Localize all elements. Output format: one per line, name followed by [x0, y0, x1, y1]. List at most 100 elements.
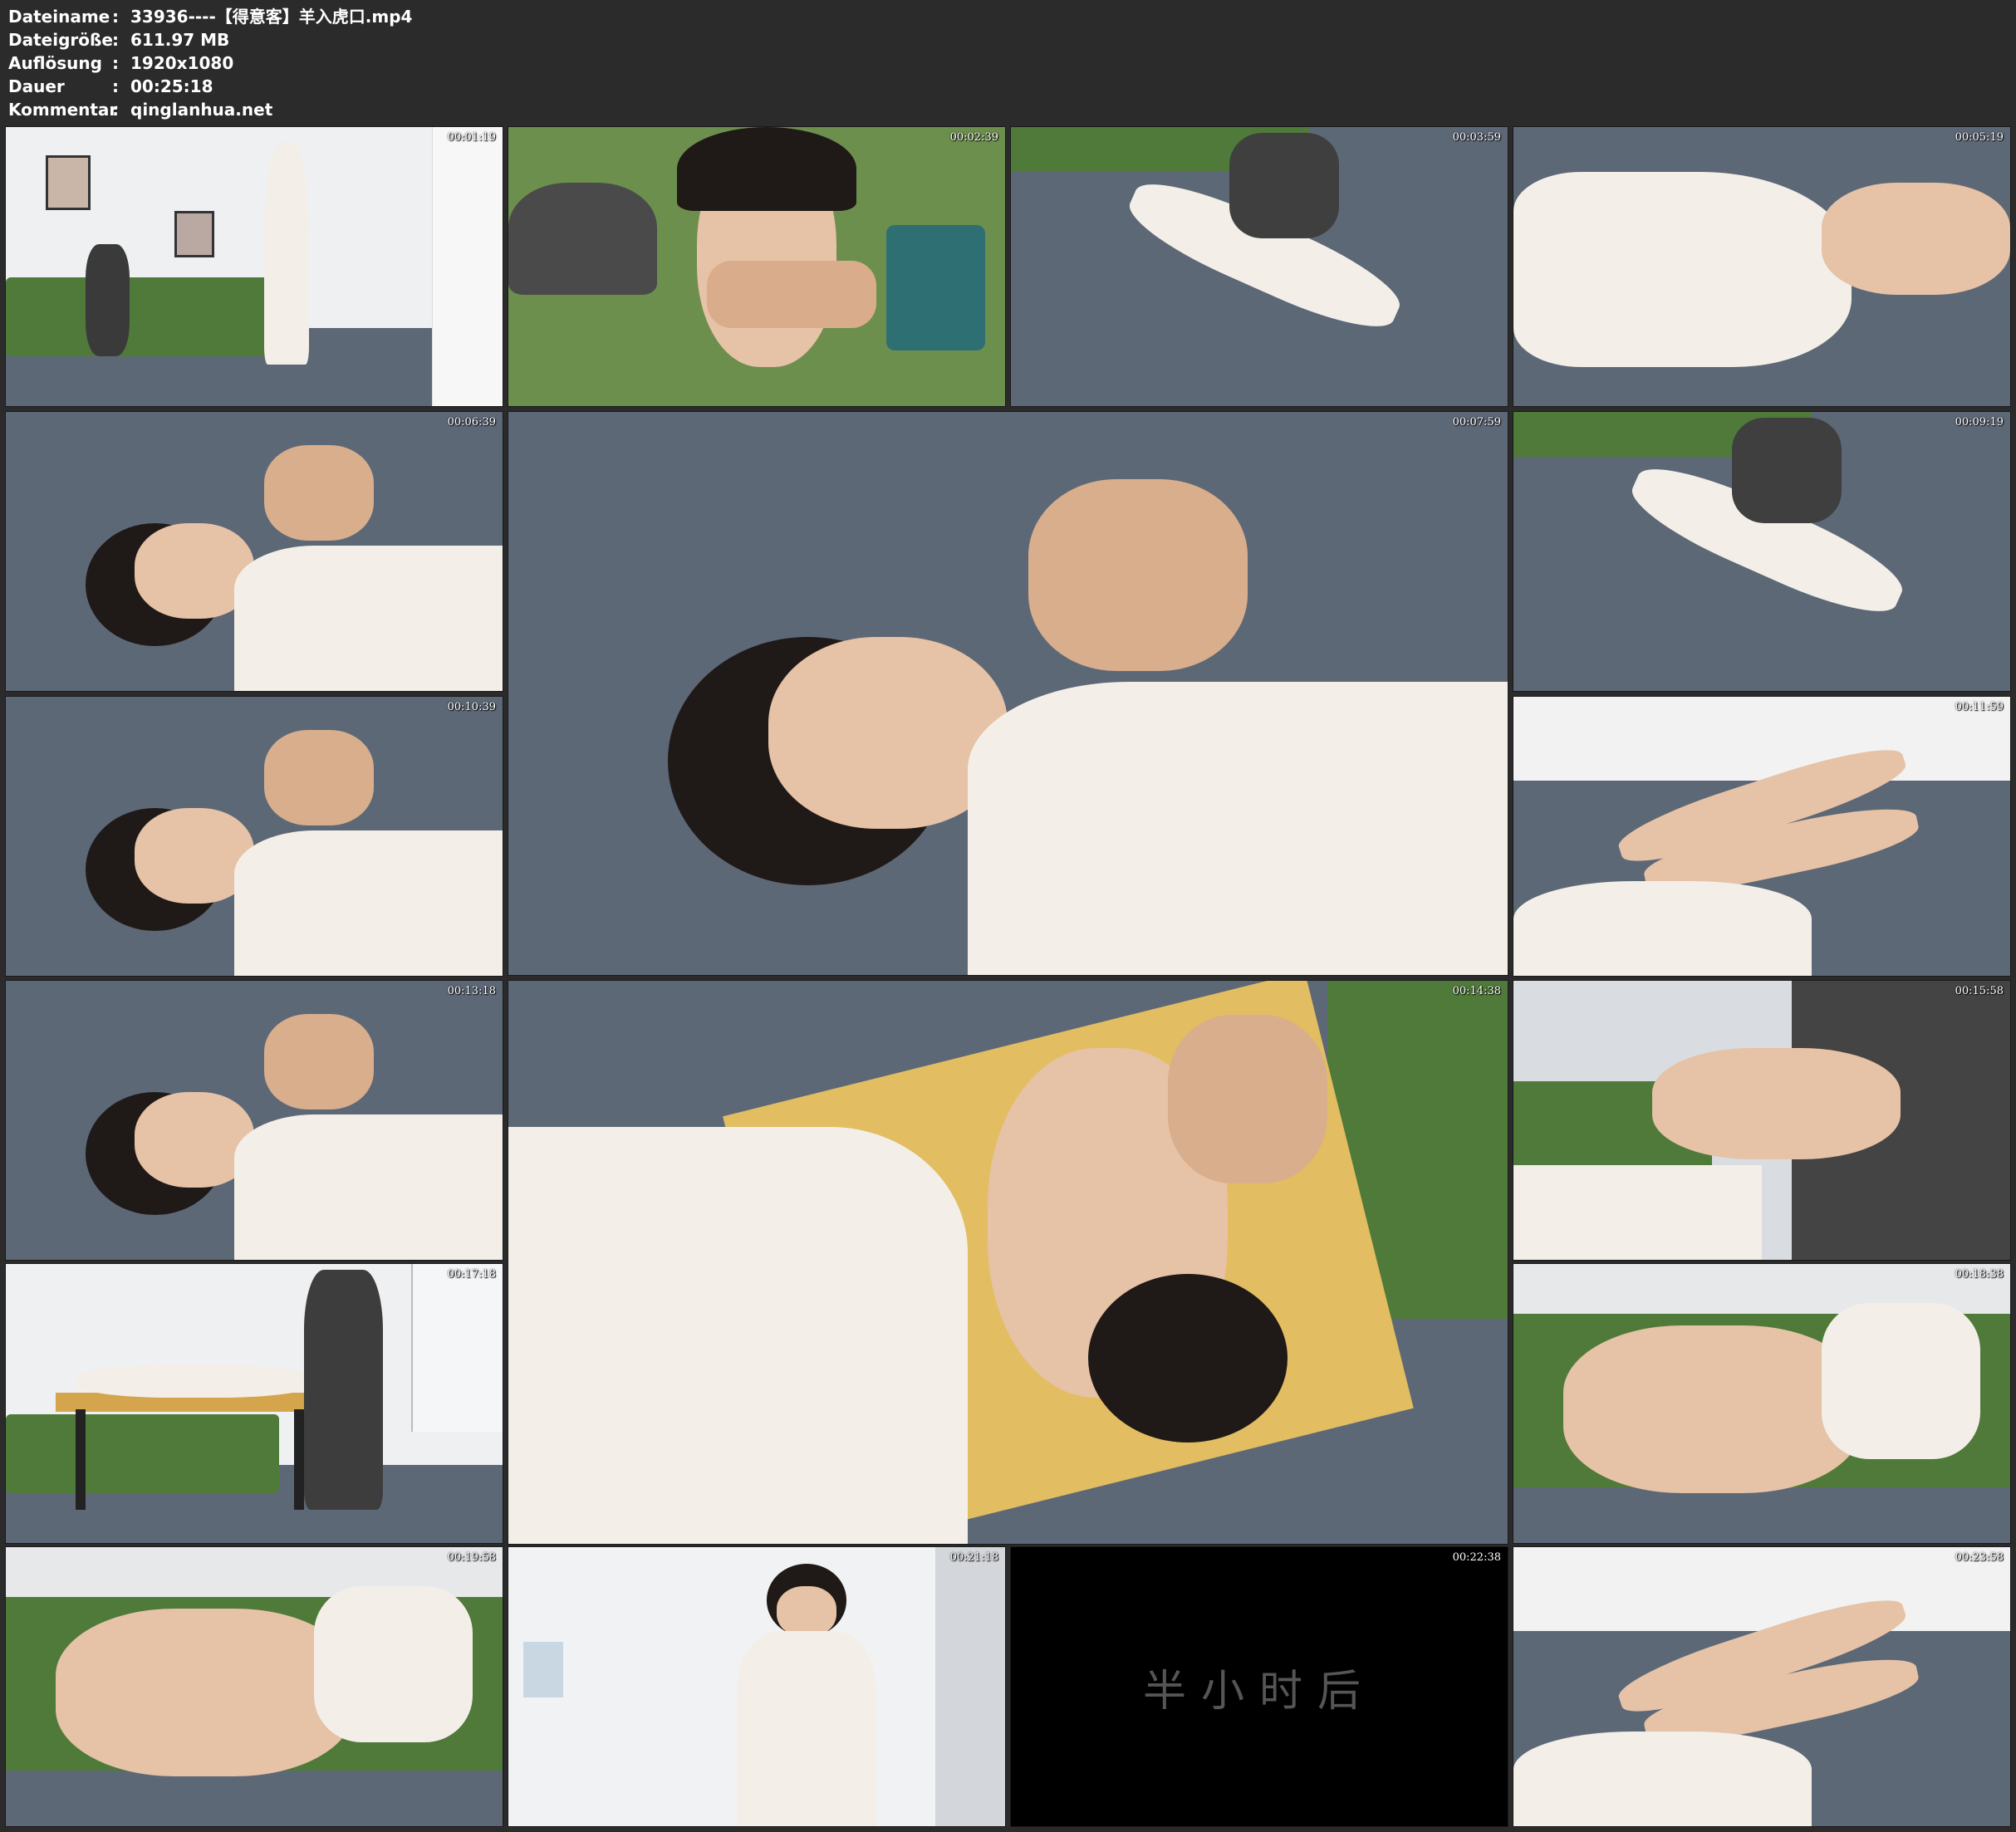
legs [55, 1608, 354, 1776]
timestamp: 00:23:58 [1955, 1551, 2004, 1564]
lying-figure [75, 1364, 314, 1398]
info-separator: : [112, 76, 119, 96]
thumbnail-11: 00:14:38 [508, 980, 1508, 1545]
table-leg [293, 1408, 304, 1510]
wall [1513, 697, 2010, 781]
dress [1513, 880, 1812, 976]
info-value: qinglanhua.net [130, 100, 273, 120]
timestamp: 00:18:38 [1955, 1268, 2004, 1281]
thumbnail-2: 00:02:39 [508, 126, 1006, 407]
timestamp: 00:10:39 [447, 701, 496, 713]
kneeling-figure [1229, 132, 1339, 239]
thumbnail-12: 00:15:58 [1513, 980, 2011, 1261]
timestamp: 00:05:19 [1955, 131, 2004, 144]
cap [508, 183, 658, 295]
info-row-resolution: Auflösung : 1920x1080 [8, 51, 412, 75]
info-row-duration: Dauer : 00:25:18 [8, 75, 412, 98]
info-separator: : [112, 100, 119, 120]
thumbnail-16: 00:21:18 [508, 1546, 1006, 1827]
timestamp: 00:13:18 [447, 985, 496, 997]
overlay-text: 半小时后 [1142, 1666, 1376, 1717]
carpet [1513, 1487, 2010, 1543]
wall-picture [174, 210, 215, 258]
thumbnail-17: 半小时后 00:22:38 [1010, 1546, 1508, 1827]
thumbnail-15: 00:19:58 [5, 1546, 503, 1827]
hand [707, 261, 876, 328]
timestamp: 00:21:18 [949, 1551, 998, 1564]
info-separator: : [112, 53, 119, 73]
curtain [432, 127, 503, 406]
thumbnail-10: 00:13:18 [5, 980, 503, 1261]
hair [677, 127, 856, 211]
timestamp: 00:09:19 [1955, 416, 2004, 429]
thumbnail-8: 00:10:39 [5, 696, 503, 977]
hand [263, 730, 374, 825]
timestamp: 00:11:59 [1955, 701, 2004, 713]
dress [968, 682, 1508, 975]
timestamp: 00:01:19 [447, 131, 496, 144]
info-value: 00:25:18 [130, 76, 213, 96]
dress [1513, 1164, 1762, 1260]
standing-figure [263, 140, 309, 365]
poster [522, 1642, 563, 1698]
thumbnail-1: 00:01:19 [5, 126, 503, 407]
wall [1513, 1547, 2010, 1631]
thumbnail-4: 00:05:19 [1513, 126, 2011, 407]
sitting-figure [85, 244, 130, 356]
info-value: 33936----【得意客】羊入虎口.mp4 [130, 7, 413, 27]
carpet [6, 1770, 503, 1826]
thumbnail-9: 00:11:59 [1513, 696, 2011, 977]
window [411, 1264, 503, 1432]
thumbnail-3: 00:03:59 [1010, 126, 1508, 407]
dress [234, 546, 503, 691]
timestamp: 00:19:58 [447, 1551, 496, 1564]
thumbnail-7: 00:09:19 [1513, 411, 2011, 692]
info-row-filename: Dateiname : 33936----【得意客】羊入虎口.mp4 [8, 5, 412, 28]
legs [1562, 1325, 1861, 1493]
hand [263, 1014, 374, 1109]
standing-figure [303, 1269, 384, 1510]
dress [737, 1630, 876, 1826]
table-leg [75, 1408, 86, 1510]
hair [1087, 1273, 1288, 1443]
info-label: Dauer [8, 76, 65, 96]
kneeling-figure [1732, 417, 1842, 524]
face [776, 1586, 836, 1637]
thumbnail-13: 00:17:18 [5, 1263, 503, 1544]
file-info-header: Dateiname : 33936----【得意客】羊入虎口.mp4 Datei… [8, 5, 412, 121]
thumbnail-18: 00:23:58 [1513, 1546, 2011, 1827]
timestamp: 00:22:38 [1452, 1551, 1501, 1564]
thumbnail-5: 00:06:39 [5, 411, 503, 692]
timestamp: 00:03:59 [1452, 131, 1501, 144]
timestamp: 00:06:39 [447, 416, 496, 429]
sofa [6, 1414, 279, 1493]
door [935, 1547, 1005, 1826]
info-separator: : [112, 7, 119, 27]
timestamp: 00:02:39 [949, 131, 998, 144]
timestamp: 00:07:59 [1452, 416, 1501, 429]
info-label: Dateiname [8, 7, 110, 27]
timestamp: 00:17:18 [447, 1268, 496, 1281]
info-label: Dateigröße [8, 30, 113, 50]
dress [1821, 1303, 1981, 1460]
wall-picture [45, 154, 91, 211]
timestamp: 00:15:58 [1955, 985, 2004, 997]
thumbnail-6: 00:07:59 [508, 411, 1508, 976]
dress [234, 1114, 503, 1260]
dress [234, 830, 503, 976]
dress [1513, 1731, 1812, 1826]
hand [1167, 1014, 1328, 1184]
hands [1652, 1047, 1901, 1160]
hand [263, 445, 374, 541]
thumbnail-14: 00:18:38 [1513, 1263, 2011, 1544]
hand [1028, 479, 1248, 671]
legs [1821, 183, 2010, 295]
dress [1513, 171, 1852, 367]
timestamp: 00:14:38 [1452, 985, 1501, 997]
info-row-comment: Kommentar : qinglanhua.net [8, 98, 412, 121]
dress [313, 1586, 473, 1743]
pillow [885, 224, 986, 350]
info-label: Auflösung [8, 53, 102, 73]
sofa [6, 277, 279, 356]
info-value: 611.97 MB [130, 30, 230, 50]
